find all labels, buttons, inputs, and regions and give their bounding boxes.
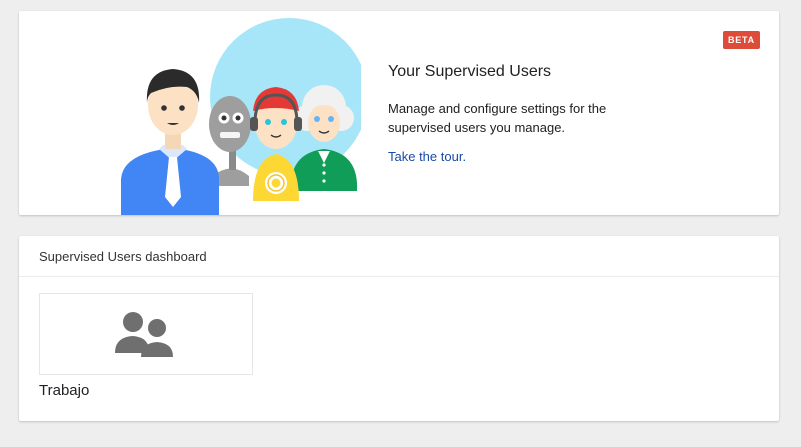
page-title: Your Supervised Users	[388, 63, 552, 80]
take-tour-link[interactable]: Take the tour.	[388, 149, 466, 164]
supervised-user-tile[interactable]	[39, 293, 253, 375]
supervised-user-name[interactable]: Trabajo	[39, 382, 89, 399]
hero-card: Your Supervised Users Manage and configu…	[19, 11, 779, 215]
beta-badge: BETA	[722, 31, 760, 49]
supervised-users-illustration	[121, 18, 361, 215]
hero-description: Manage and configure settings for the su…	[388, 101, 607, 135]
dashboard-card: Supervised Users dashboard Trabajo	[19, 236, 779, 421]
dashboard-title: Supervised Users dashboard	[19, 236, 779, 277]
people-icon	[115, 312, 173, 357]
